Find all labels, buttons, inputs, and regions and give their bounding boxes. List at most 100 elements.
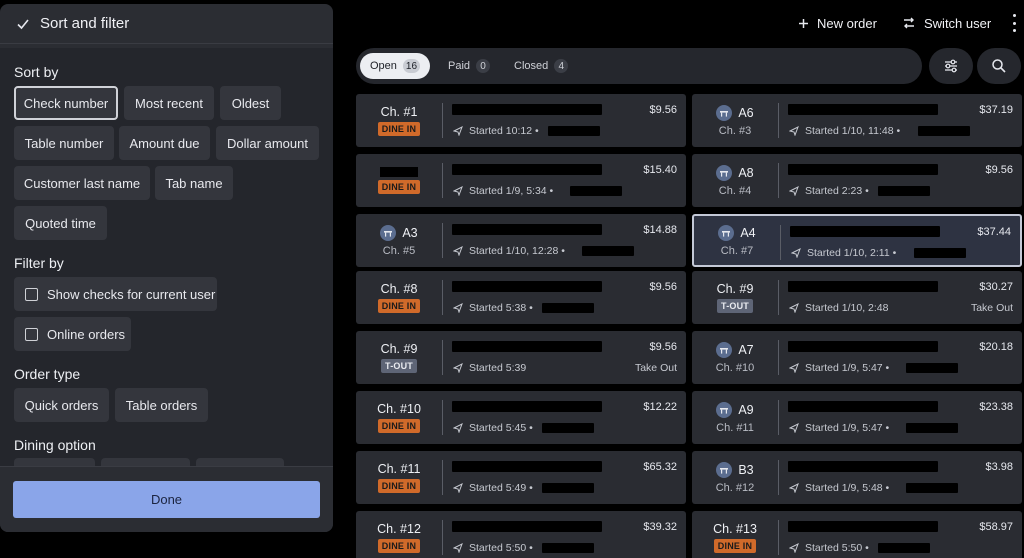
order-amount: $58.97 xyxy=(979,521,1013,533)
order-title-row: A9 xyxy=(716,401,754,418)
order-card[interactable]: Ch. #8 DINE IN Started 5:38 • $9.56 xyxy=(356,271,686,324)
order-title-row: A8 xyxy=(716,164,754,181)
sort-customer-last-name[interactable]: Customer last name xyxy=(14,166,150,200)
sort-most-recent[interactable]: Most recent xyxy=(124,86,214,120)
order-card[interactable]: A4 Ch. #7 Started 1/10, 2:11 • $37.44 xyxy=(692,214,1022,267)
order-card[interactable]: A3 Ch. #5 Started 1/10, 12:28 • $14.88 xyxy=(356,214,686,267)
sort-quoted-time[interactable]: Quoted time xyxy=(14,206,107,240)
dining-option-chip[interactable] xyxy=(196,458,284,466)
order-card-header: A9 Ch. #11 xyxy=(692,391,778,444)
order-title-row: Ch. #11 xyxy=(378,462,421,476)
filter-button[interactable] xyxy=(929,48,973,84)
order-card[interactable]: A8 Ch. #4 Started 2:23 • $9.56 xyxy=(692,154,1022,207)
started-row: Started 5:49 • xyxy=(453,482,533,494)
panel-footer: Done xyxy=(0,466,333,532)
sort-oldest[interactable]: Oldest xyxy=(220,86,281,120)
table-icon xyxy=(718,224,735,241)
order-card[interactable]: A9 Ch. #11 Started 1/9, 5:47 • $23.38 xyxy=(692,391,1022,444)
sort-table-number[interactable]: Table number xyxy=(14,126,114,160)
tab-paid-label: Paid xyxy=(448,60,471,72)
started-row: Started 1/10, 2:11 • xyxy=(791,247,896,259)
order-title-row: Ch. #9 xyxy=(717,282,754,296)
check-number: Ch. #4 xyxy=(718,184,752,197)
panel-header: Sort and filter xyxy=(0,4,333,44)
card-divider xyxy=(442,460,443,495)
order-card[interactable]: A7 Ch. #10 Started 1/9, 5:47 • $20.18 xyxy=(692,331,1022,384)
tab-open[interactable]: Open 16 xyxy=(360,53,431,79)
started-row: Started 1/9, 5:34 • xyxy=(453,185,553,197)
order-card[interactable]: Ch. #9 T-OUT Started 1/10, 2:48 $30.27 Take … xyxy=(692,271,1022,324)
started-time: Started 10:12 • xyxy=(469,125,539,137)
order-amount: $9.56 xyxy=(649,341,677,353)
order-title: Ch. #10 xyxy=(377,402,421,416)
filter-current-user[interactable]: Show checks for current user xyxy=(14,277,217,311)
sliders-icon xyxy=(945,59,957,73)
filter-online-orders[interactable]: Online orders xyxy=(14,317,131,351)
redacted-server-name xyxy=(542,543,595,553)
started-time: Started 1/9, 5:48 • xyxy=(805,482,890,494)
switch-user-button[interactable]: Switch user xyxy=(902,13,991,33)
order-title: A8 xyxy=(738,165,754,180)
take-out-badge: T-OUT xyxy=(381,359,417,373)
new-order-button[interactable]: New order xyxy=(798,13,877,33)
order-card-header: B3 Ch. #12 xyxy=(692,451,778,504)
redacted-item-text xyxy=(788,401,938,412)
order-amount: $9.56 xyxy=(985,164,1013,176)
card-divider xyxy=(778,103,779,138)
card-divider xyxy=(442,163,443,198)
order-title-row: Ch. #9 xyxy=(381,342,418,356)
sort-amount-due[interactable]: Amount due xyxy=(119,126,210,160)
order-amount: $14.88 xyxy=(643,224,677,236)
card-divider xyxy=(778,400,779,435)
order-card[interactable]: A6 Ch. #3 Started 1/10, 11:48 • $37.19 xyxy=(692,94,1022,147)
order-title-row: Ch. #10 xyxy=(377,402,421,416)
tab-paid-count: 0 xyxy=(476,59,491,73)
dining-option-chip[interactable] xyxy=(101,458,190,466)
redacted-server-name xyxy=(878,543,931,553)
card-divider xyxy=(778,460,779,495)
order-card-header: A7 Ch. #10 xyxy=(692,331,778,384)
sort-dollar-amount[interactable]: Dollar amount xyxy=(216,126,319,160)
started-row: Started 5:39 xyxy=(453,362,526,374)
redacted-item-text xyxy=(788,521,938,532)
order-type-quick[interactable]: Quick orders xyxy=(14,388,109,422)
checkmark-icon[interactable] xyxy=(16,17,30,31)
redacted-server-name xyxy=(542,303,595,313)
redacted-item-text xyxy=(452,281,602,292)
order-card[interactable]: Ch. #13 DINE IN Started 5:50 • $58.97 xyxy=(692,511,1022,558)
table-icon xyxy=(716,341,733,358)
more-options-icon[interactable] xyxy=(1011,14,1017,32)
dining-option-title: Dining option xyxy=(14,437,96,453)
order-card[interactable]: Ch. #1 DINE IN Started 10:12 • $9.56 xyxy=(356,94,686,147)
order-card[interactable]: Ch. #12 DINE IN Started 5:50 • $39.32 xyxy=(356,511,686,558)
tab-closed[interactable]: Closed 4 xyxy=(504,53,578,79)
order-card[interactable]: DINE IN Started 1/9, 5:34 • $15.40 xyxy=(356,154,686,207)
order-title: Ch. #11 xyxy=(377,462,421,476)
started-row: Started 1/9, 5:48 • xyxy=(789,482,889,494)
order-title-row: A7 xyxy=(716,341,754,358)
redacted-item-text xyxy=(788,164,938,175)
sort-check-number[interactable]: Check number xyxy=(14,86,118,120)
order-card[interactable]: Ch. #11 DINE IN Started 5:49 • $65.32 xyxy=(356,451,686,504)
order-card-header: A4 Ch. #7 xyxy=(694,216,780,265)
order-type-table[interactable]: Table orders xyxy=(115,388,208,422)
order-card[interactable]: Ch. #9 T-OUT Started 5:39 $9.56 Take Out xyxy=(356,331,686,384)
started-time: Started 1/10, 2:48 xyxy=(805,302,889,314)
dining-option-chip[interactable] xyxy=(14,458,95,466)
checkbox-icon[interactable] xyxy=(25,287,38,301)
card-divider xyxy=(442,103,443,138)
order-card[interactable]: Ch. #10 DINE IN Started 5:45 • $12.22 xyxy=(356,391,686,444)
checkbox-icon[interactable] xyxy=(25,327,38,341)
redacted-server-name xyxy=(542,483,595,493)
redacted-server-name xyxy=(914,248,966,258)
order-card[interactable]: B3 Ch. #12 Started 1/9, 5:48 • $3.98 xyxy=(692,451,1022,504)
card-divider xyxy=(442,280,443,315)
tab-paid[interactable]: Paid 0 xyxy=(438,53,500,79)
card-divider xyxy=(778,280,779,315)
tab-open-label: Open xyxy=(370,60,397,72)
order-title-row: Ch. #8 xyxy=(381,282,418,296)
sort-tab-name[interactable]: Tab name xyxy=(155,166,233,200)
order-card-header: Ch. #8 DINE IN xyxy=(356,271,442,324)
search-button[interactable] xyxy=(977,48,1021,84)
done-button[interactable]: Done xyxy=(13,481,320,518)
